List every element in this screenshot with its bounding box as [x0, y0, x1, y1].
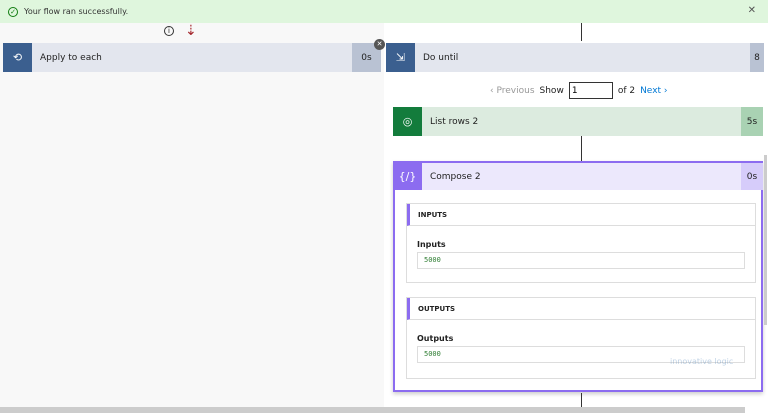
dashed-arrow-icon: ⇣	[185, 23, 197, 39]
apply-to-each-card[interactable]: ⟲ Apply to each 0s	[3, 43, 381, 72]
card-title: Compose 2	[430, 171, 481, 182]
left-pane	[0, 23, 384, 413]
arrow-down-icon	[581, 136, 582, 161]
do-until-icon: ⇲	[386, 43, 415, 72]
card-title: Apply to each	[40, 52, 102, 63]
outputs-header: OUTPUTS	[407, 298, 755, 320]
page-count: of 2	[617, 85, 636, 96]
previous-button[interactable]: ‹ Previous	[490, 86, 535, 96]
vertical-scrollbar[interactable]	[764, 155, 767, 325]
show-label: Show	[539, 85, 564, 96]
next-label: Next	[640, 85, 662, 96]
inputs-header: INPUTS	[407, 204, 755, 226]
inputs-value: 5000	[417, 252, 745, 269]
compose-card[interactable]: {∕} Compose 2 0s	[393, 161, 763, 190]
pager: ‹ Previous Show of 2 Next ›	[490, 82, 668, 99]
loop-icon: ⟲	[3, 43, 32, 72]
arrow-down-icon	[581, 23, 582, 41]
outputs-label: Outputs	[417, 334, 454, 343]
banner-message: Your flow ran successfully.	[24, 7, 129, 16]
check-circle-icon: ✓	[8, 6, 18, 17]
card-duration: 0s	[741, 163, 763, 190]
watermark-logo: innovative logic	[625, 357, 733, 366]
page-input[interactable]	[568, 82, 613, 99]
watermark-text: innovative logic	[670, 357, 734, 366]
info-icon[interactable]: i	[164, 26, 174, 36]
list-rows-card[interactable]: ◎ List rows 2 5s	[393, 107, 763, 136]
close-icon[interactable]: ✕	[748, 5, 756, 16]
close-icon[interactable]: ✕	[374, 39, 385, 50]
card-duration: 8	[750, 43, 764, 72]
card-duration: 5s	[741, 107, 763, 136]
card-title: Do until	[423, 52, 459, 63]
do-until-card[interactable]: ⇲ Do until 8	[386, 43, 764, 72]
horizontal-scrollbar[interactable]	[0, 407, 745, 413]
dataverse-icon: ◎	[393, 107, 422, 136]
compose-icon: {∕}	[393, 163, 422, 190]
previous-label: Previous	[496, 85, 535, 96]
next-button[interactable]: Next ›	[640, 86, 667, 96]
outputs-section: OUTPUTS Outputs 5000	[406, 297, 756, 379]
card-title: List rows 2	[430, 116, 479, 127]
connector-line	[581, 393, 582, 407]
success-banner: ✓ Your flow ran successfully. ✕	[0, 0, 768, 23]
inputs-section: INPUTS Inputs 5000	[406, 203, 756, 283]
inputs-label: Inputs	[417, 240, 446, 249]
